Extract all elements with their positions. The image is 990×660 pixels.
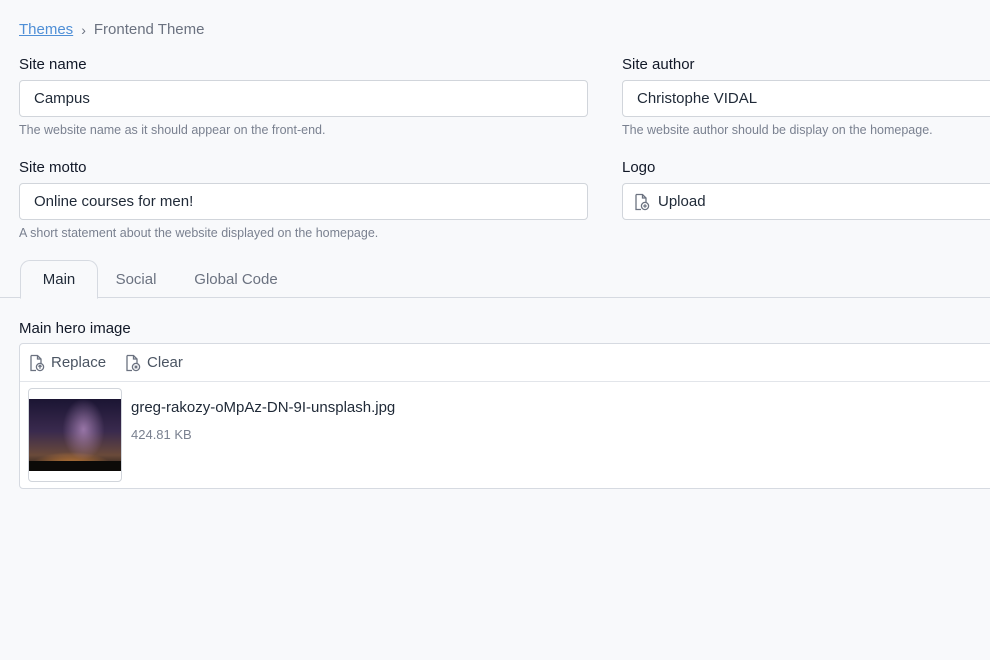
breadcrumb-link-themes[interactable]: Themes	[19, 21, 73, 38]
hero-image-label: Main hero image	[19, 320, 131, 337]
breadcrumb-current: Frontend Theme	[93, 21, 205, 38]
hero-toolbar: Replace Clear	[20, 344, 990, 382]
clear-button[interactable]: Clear	[124, 354, 183, 372]
breadcrumb-separator: ›	[81, 21, 86, 38]
file-replace-icon	[28, 354, 45, 372]
image-thumbnail	[28, 388, 122, 482]
hero-image-uploader: Replace Clear greg-rakozy-oMpAz-DN-9I-un…	[19, 343, 990, 489]
site-name-hint: The website name as it should appear on …	[19, 123, 326, 137]
breadcrumb: Themes › Frontend Theme	[19, 21, 204, 38]
tab-main[interactable]: Main	[20, 260, 98, 299]
logo-field-group: Logo Upload	[622, 159, 990, 220]
file-clear-icon	[124, 354, 141, 372]
site-name-label: Site name	[19, 56, 87, 73]
replace-label: Replace	[51, 354, 107, 371]
site-name-field-group: Site name Campus The website name as it …	[19, 56, 588, 137]
logo-upload-button[interactable]: Upload	[622, 183, 990, 220]
replace-button[interactable]: Replace	[28, 354, 106, 372]
tab-social[interactable]: Social	[112, 260, 160, 299]
tab-bar: Main Social Global Code	[0, 258, 990, 299]
site-author-input[interactable]: Christophe VIDAL	[622, 80, 990, 117]
file-upload-icon	[633, 193, 650, 211]
site-name-input[interactable]: Campus	[19, 80, 588, 117]
site-motto-input[interactable]: Online courses for men!	[19, 183, 588, 220]
site-author-hint: The website author should be display on …	[622, 123, 933, 137]
file-name: greg-rakozy-oMpAz-DN-9I-unsplash.jpg	[131, 399, 396, 416]
logo-label: Logo	[622, 159, 656, 176]
site-motto-field-group: Site motto Online courses for men! A sho…	[19, 159, 588, 240]
site-author-field-group: Site author Christophe VIDAL The website…	[622, 56, 990, 137]
clear-label: Clear	[147, 354, 183, 371]
image-preview	[29, 399, 121, 471]
file-size: 424.81 KB	[131, 427, 192, 442]
site-author-label: Site author	[622, 56, 695, 73]
logo-upload-label: Upload	[658, 193, 706, 210]
site-motto-hint: A short statement about the website disp…	[19, 226, 379, 240]
tab-global-code[interactable]: Global Code	[192, 260, 280, 299]
site-motto-label: Site motto	[19, 159, 87, 176]
file-item: greg-rakozy-oMpAz-DN-9I-unsplash.jpg 424…	[20, 382, 990, 488]
